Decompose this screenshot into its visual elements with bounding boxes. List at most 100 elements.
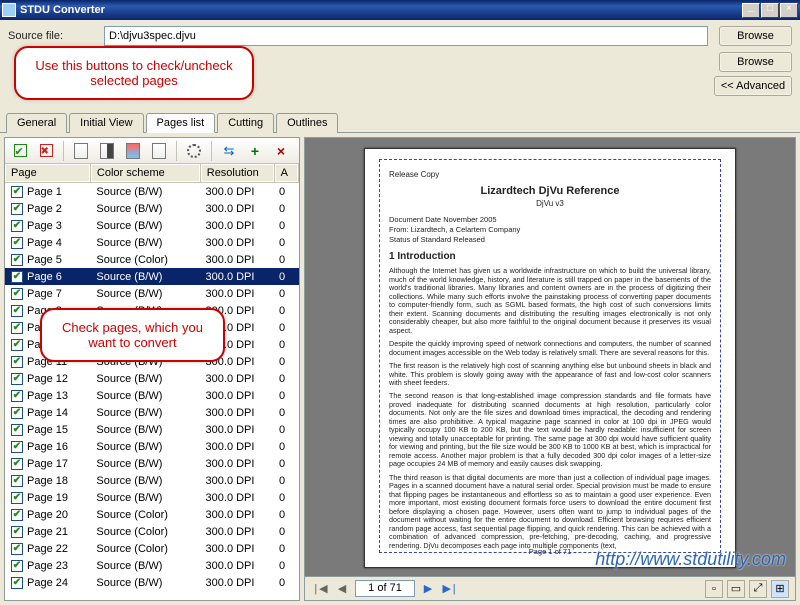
tab-pages-list[interactable]: Pages list	[146, 113, 216, 133]
row-checkbox[interactable]: ✔	[11, 373, 23, 385]
row-page-name: Page 3	[27, 220, 62, 232]
table-row[interactable]: ✔Page 4Source (B/W)300.0 DPI0	[5, 234, 299, 251]
zoom-grid-button[interactable]: ⊞	[771, 580, 789, 598]
row-checkbox[interactable]: ✔	[11, 254, 23, 266]
table-row[interactable]: ✔Page 23Source (B/W)300.0 DPI0	[5, 557, 299, 574]
remove-button[interactable]: ×	[270, 140, 292, 162]
col-header-resolution[interactable]: Resolution	[201, 164, 275, 182]
tab-cutting[interactable]: Cutting	[217, 113, 274, 133]
row-checkbox[interactable]: ✔	[11, 543, 23, 555]
page-settings-button[interactable]	[148, 140, 170, 162]
row-page-name: Page 5	[27, 254, 62, 266]
row-checkbox[interactable]: ✔	[11, 322, 23, 334]
table-row[interactable]: ✔Page 1Source (B/W)300.0 DPI0	[5, 183, 299, 200]
table-row[interactable]: ✔Page 24Source (B/W)300.0 DPI0	[5, 574, 299, 591]
row-checkbox[interactable]: ✔	[11, 441, 23, 453]
row-a: 0	[273, 373, 299, 385]
row-resolution: 300.0 DPI	[200, 526, 273, 538]
row-checkbox[interactable]: ✔	[11, 305, 23, 317]
window-minimize-button[interactable]: _	[742, 3, 760, 18]
table-row[interactable]: ✔Page 7Source (B/W)300.0 DPI0	[5, 285, 299, 302]
table-row[interactable]: ✔Page 6Source (B/W)300.0 DPI0	[5, 268, 299, 285]
settings-button[interactable]	[183, 140, 205, 162]
row-checkbox[interactable]: ✔	[11, 492, 23, 504]
table-row[interactable]: ✔Page 21Source (Color)300.0 DPI0	[5, 523, 299, 540]
row-page-name: Page 4	[27, 237, 62, 249]
nav-prev-button[interactable]: ◀	[333, 580, 351, 598]
row-scheme: Source (B/W)	[90, 560, 199, 572]
zoom-button-1[interactable]: ▫	[705, 580, 723, 598]
table-row[interactable]: ✔Page 18Source (B/W)300.0 DPI0	[5, 472, 299, 489]
row-page-name: Page 12	[27, 373, 68, 385]
add-button[interactable]: +	[244, 140, 266, 162]
advanced-toggle-button[interactable]: << Advanced	[714, 76, 792, 96]
browse-source-button[interactable]: Browse	[719, 26, 792, 46]
row-checkbox[interactable]: ✔	[11, 509, 23, 521]
row-checkbox[interactable]: ✔	[11, 339, 23, 351]
col-header-scheme[interactable]: Color scheme	[91, 164, 201, 182]
col-header-page[interactable]: Page	[5, 164, 91, 182]
row-checkbox[interactable]: ✔	[11, 288, 23, 300]
row-page-name: Page 22	[27, 543, 68, 555]
table-row[interactable]: ✔Page 16Source (B/W)300.0 DPI0	[5, 438, 299, 455]
table-row[interactable]: ✔Page 13Source (B/W)300.0 DPI0	[5, 387, 299, 404]
table-row[interactable]: ✔Page 14Source (B/W)300.0 DPI0	[5, 404, 299, 421]
col-header-a[interactable]: A	[275, 164, 299, 182]
row-scheme: Source (B/W)	[90, 424, 199, 436]
table-row[interactable]: ✔Page 22Source (Color)300.0 DPI0	[5, 540, 299, 557]
nav-page-info[interactable]: 1 of 71	[355, 580, 415, 597]
table-row[interactable]: ✔Page 19Source (B/W)300.0 DPI0	[5, 489, 299, 506]
table-row[interactable]: ✔Page 20Source (Color)300.0 DPI0	[5, 506, 299, 523]
row-resolution: 300.0 DPI	[200, 271, 273, 283]
table-row[interactable]: ✔Page 12Source (B/W)300.0 DPI0	[5, 370, 299, 387]
table-row[interactable]: ✔Page 17Source (B/W)300.0 DPI0	[5, 455, 299, 472]
window-maximize-button[interactable]: □	[761, 3, 779, 18]
browse-dest-button[interactable]: Browse	[719, 52, 792, 72]
row-checkbox[interactable]: ✔	[11, 237, 23, 249]
uncheck-all-button[interactable]	[35, 140, 57, 162]
row-checkbox[interactable]: ✔	[11, 390, 23, 402]
row-page-name: Page 1	[27, 186, 62, 198]
table-row[interactable]: ✔Page 3Source (B/W)300.0 DPI0	[5, 217, 299, 234]
preview-viewport[interactable]: Release Copy Lizardtech DjVu Reference D…	[305, 138, 795, 576]
table-row[interactable]: ✔Page 2Source (B/W)300.0 DPI0	[5, 200, 299, 217]
row-checkbox[interactable]: ✔	[11, 356, 23, 368]
nav-last-button[interactable]: ▶|	[441, 580, 459, 598]
row-page-name: Page 16	[27, 441, 68, 453]
tab-initial-view[interactable]: Initial View	[69, 113, 143, 133]
row-checkbox[interactable]: ✔	[11, 203, 23, 215]
window-close-button[interactable]: ×	[780, 3, 798, 18]
pages-list[interactable]: ✔Page 1Source (B/W)300.0 DPI0✔Page 2Sour…	[5, 183, 299, 600]
row-resolution: 300.0 DPI	[200, 288, 273, 300]
row-checkbox[interactable]: ✔	[11, 526, 23, 538]
page-color-button[interactable]	[122, 140, 144, 162]
row-checkbox[interactable]: ✔	[11, 186, 23, 198]
row-a: 0	[273, 475, 299, 487]
row-checkbox[interactable]: ✔	[11, 475, 23, 487]
source-file-input[interactable]: D:\djvu3spec.djvu	[104, 26, 708, 46]
zoom-button-2[interactable]: ▭	[727, 580, 745, 598]
app-icon	[2, 3, 16, 17]
annotation-hint-checkboxes: Check pages, which you want to convert	[40, 308, 225, 362]
swap-button[interactable]	[218, 140, 240, 162]
row-checkbox[interactable]: ✔	[11, 220, 23, 232]
row-scheme: Source (Color)	[90, 254, 199, 266]
row-scheme: Source (B/W)	[90, 373, 199, 385]
tab-outlines[interactable]: Outlines	[276, 113, 338, 133]
row-checkbox[interactable]: ✔	[11, 458, 23, 470]
zoom-button-3[interactable]: ⤢	[749, 580, 767, 598]
row-checkbox[interactable]: ✔	[11, 577, 23, 589]
nav-next-button[interactable]: ▶	[419, 580, 437, 598]
page-half-button[interactable]	[96, 140, 118, 162]
row-scheme: Source (B/W)	[90, 271, 199, 283]
row-page-name: Page 6	[27, 271, 62, 283]
table-row[interactable]: ✔Page 15Source (B/W)300.0 DPI0	[5, 421, 299, 438]
row-checkbox[interactable]: ✔	[11, 560, 23, 572]
page-bw-button[interactable]	[70, 140, 92, 162]
row-checkbox[interactable]: ✔	[11, 271, 23, 283]
table-row[interactable]: ✔Page 5Source (Color)300.0 DPI0	[5, 251, 299, 268]
nav-first-button[interactable]: |◀	[311, 580, 329, 598]
row-resolution: 300.0 DPI	[200, 407, 273, 419]
row-checkbox[interactable]: ✔	[11, 424, 23, 436]
row-checkbox[interactable]: ✔	[11, 407, 23, 419]
